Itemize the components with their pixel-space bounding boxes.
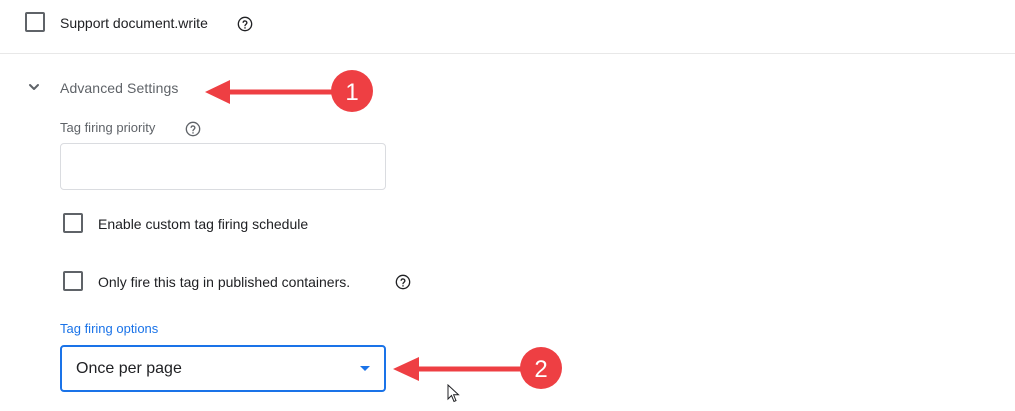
annotation-arrow-2: 2 (393, 347, 562, 389)
gtm-tag-configuration-panel: Support document.write Advanced Settings… (0, 0, 1015, 411)
mouse-pointer-icon (447, 384, 460, 403)
annotation-overlay: 1 2 (205, 70, 562, 389)
annotation-number-2: 2 (534, 356, 547, 383)
annotation-arrow-1: 1 (205, 70, 373, 112)
annotation-number-1: 1 (345, 79, 358, 106)
